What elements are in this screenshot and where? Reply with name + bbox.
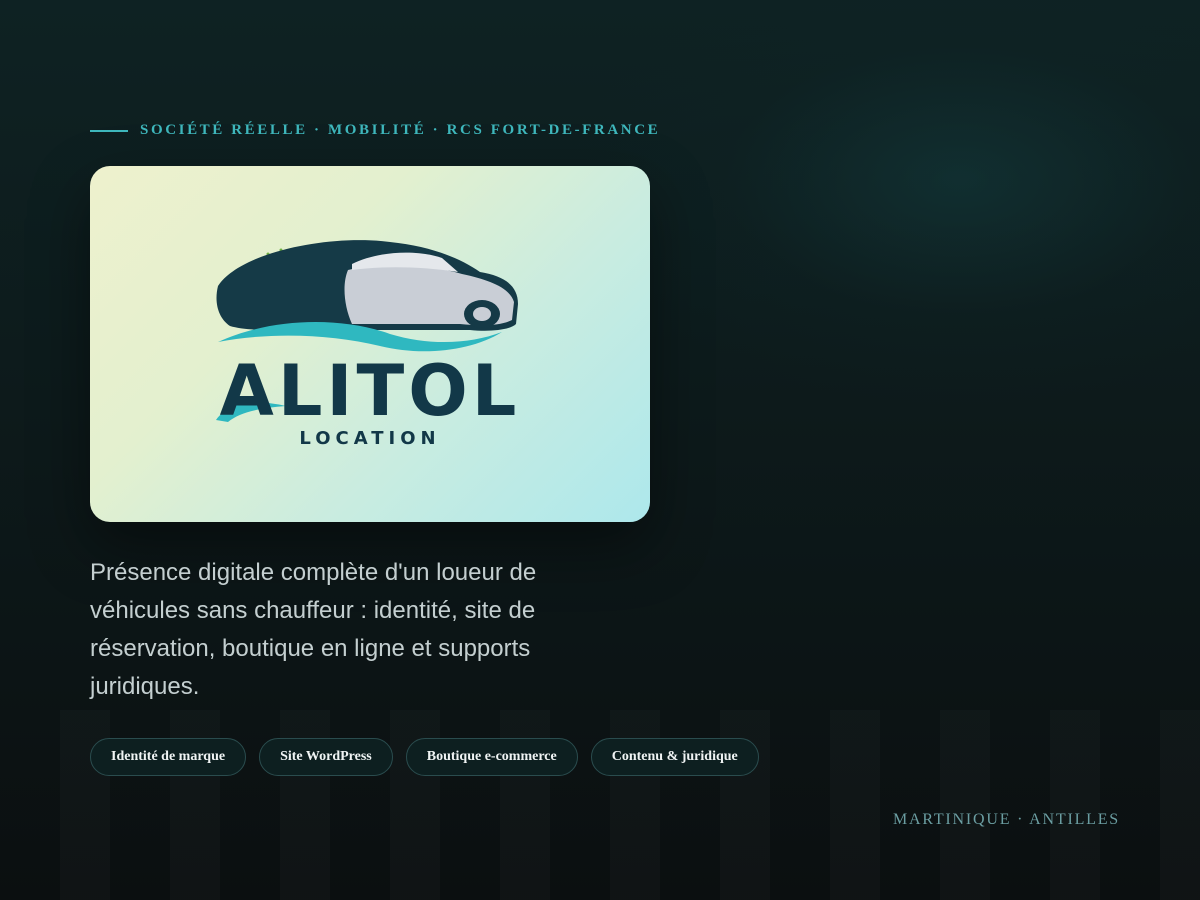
eyebrow-line: [90, 129, 128, 132]
eyebrow-text: SOCIÉTÉ RÉELLE · MOBILITÉ · RCS FORT-DE-…: [140, 122, 661, 138]
tag-ecommerce-shop[interactable]: Boutique e-commerce: [405, 738, 578, 776]
tag-content-legal[interactable]: Contenu & juridique: [590, 738, 759, 776]
car-hubcap: [473, 307, 491, 321]
logo-card: ALITOL LOCATION: [90, 166, 650, 522]
tag-list: Identité de marque Site WordPress Boutiq…: [90, 738, 759, 776]
project-description: Présence digitale complète d'un loueur d…: [90, 559, 537, 700]
logo-subtitle: LOCATION: [299, 428, 441, 449]
tag-wordpress-site[interactable]: Site WordPress: [259, 738, 393, 776]
location-label: MARTINIQUE · ANTILLES: [892, 811, 1120, 828]
tag-brand-identity[interactable]: Identité de marque: [90, 738, 247, 776]
logo-wordmark: ALITOL: [219, 350, 521, 432]
car-logo-icon: [216, 240, 518, 422]
eyebrow: SOCIÉTÉ RÉELLE · MOBILITÉ · RCS FORT-DE-…: [90, 122, 660, 139]
